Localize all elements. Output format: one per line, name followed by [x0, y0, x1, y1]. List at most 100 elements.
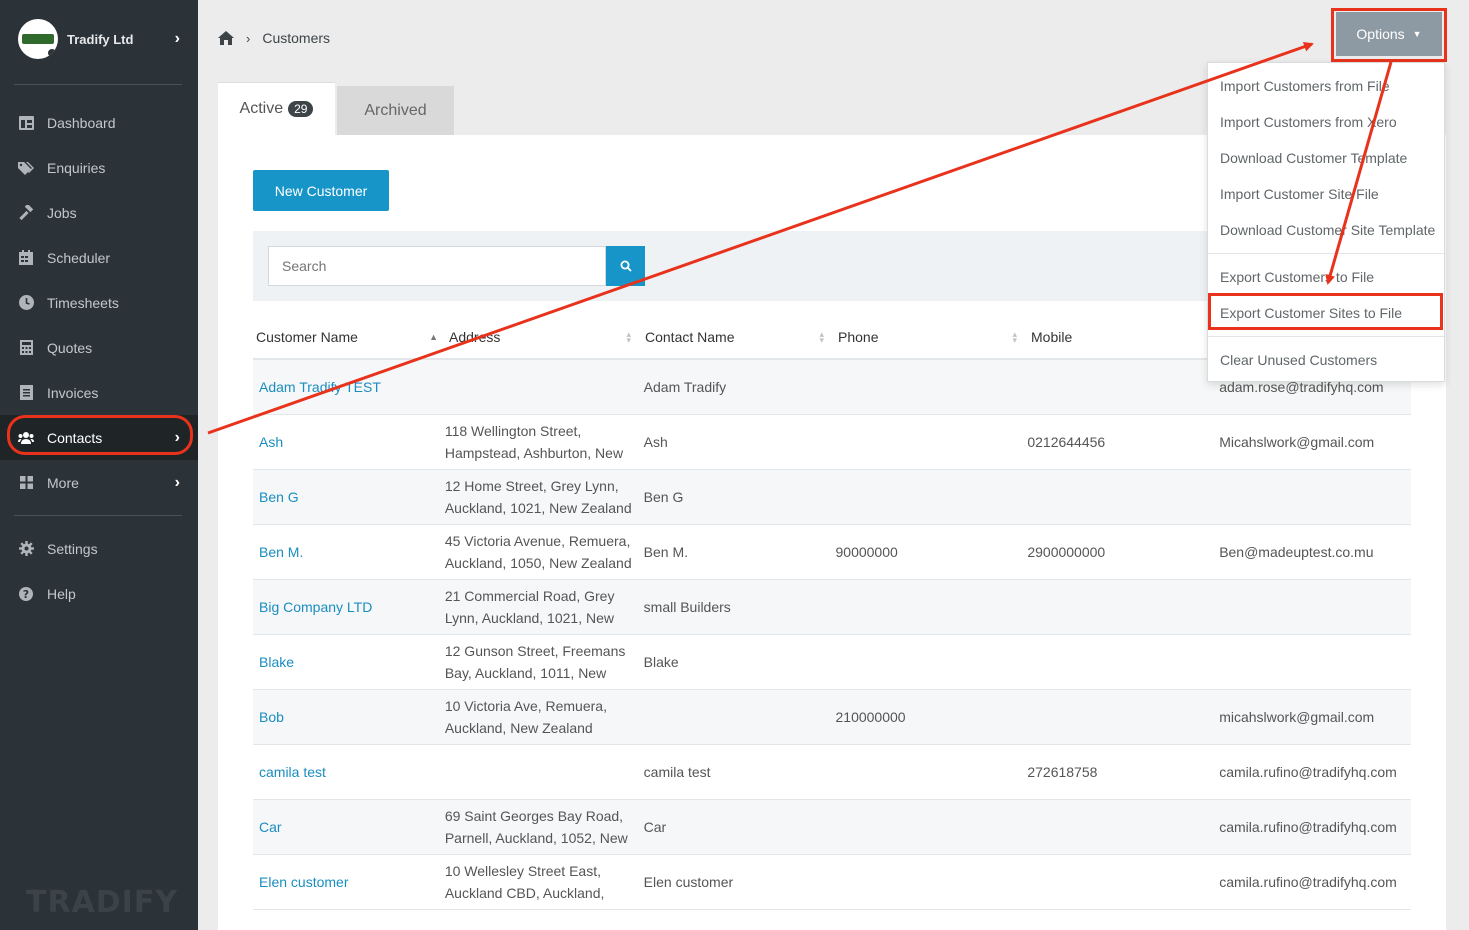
address-line-2: Parnell, Auckland, 1052, New [444, 830, 628, 846]
address-line-2: Auckland CBD, Auckland, [444, 885, 605, 901]
sidebar-item-enquiries[interactable]: Enquiries [0, 145, 198, 190]
sidebar-item-jobs[interactable]: Jobs [0, 190, 198, 235]
tab-active[interactable]: Active 29 [218, 82, 335, 135]
clock-icon [18, 295, 34, 311]
column-header-mobile[interactable]: Mobile [1025, 329, 1218, 345]
mobile-cell: 0212644456 [1027, 434, 1106, 450]
menu-item-clear-unused-customers[interactable]: Clear Unused Customers [1208, 342, 1444, 378]
annotation-options-highlight [1331, 8, 1447, 62]
customer-name-link[interactable]: Car [253, 819, 445, 835]
tab-label: Active [239, 100, 284, 117]
menu-item-export-customers[interactable]: Export Customers to File [1208, 259, 1444, 295]
table-row[interactable]: Elen customer 10 Wellesley Street East, Au… [253, 855, 1411, 910]
email-cell: camila.rufino@tradifyhq.com [1219, 819, 1397, 835]
customer-name-link[interactable]: Ben M. [253, 544, 445, 560]
sidebar-item-invoices[interactable]: Invoices [0, 370, 198, 415]
table-row[interactable]: camila test camila test 272618758 camila.ru… [253, 745, 1411, 800]
tags-icon [18, 160, 34, 176]
customer-name-link[interactable]: camila test [253, 764, 445, 780]
column-header-customer-name[interactable]: Customer Name ▲ [253, 329, 446, 345]
address-cell: 69 Saint Georges Bay Road, Parnell, Auckl… [445, 805, 637, 849]
search-button[interactable] [606, 246, 645, 286]
sort-icon: ▴ ▾ [1012, 328, 1017, 345]
customer-name-link[interactable]: Bob [253, 709, 445, 725]
email-cell: camila.rufino@tradifyhq.com [1219, 764, 1397, 780]
company-switcher[interactable]: Tradify Ltd › [0, 0, 198, 78]
address-cell: 10 Victoria Ave, Remuera, Auckland, New Z… [445, 695, 637, 739]
address-line-1: 12 Home Street, Grey Lynn, [444, 478, 619, 494]
address-cell: 21 Commercial Road, Grey Lynn, Auckland, … [445, 585, 637, 629]
menu-divider [1208, 253, 1444, 254]
address-line-2: Lynn, Auckland, 1021, New [444, 610, 614, 626]
email-cell: camila.rufino@tradifyhq.com [1219, 874, 1397, 890]
calendar-icon [18, 250, 34, 266]
company-logo [18, 19, 58, 59]
tab-label: Archived [364, 101, 427, 119]
options-dropdown-menu: Import Customers from File Import Custom… [1207, 62, 1445, 382]
address-line-1: 45 Victoria Avenue, Remuera, [444, 533, 631, 549]
sort-asc-icon: ▲ [429, 331, 438, 342]
table-row[interactable]: Car 69 Saint Georges Bay Road, Parnell, Au… [253, 800, 1411, 855]
sidebar-item-dashboard[interactable]: Dashboard [0, 100, 198, 145]
customer-name-link[interactable]: Big Company LTD [253, 599, 445, 615]
table-row[interactable]: Blake 12 Gunson Street, Freemans Bay, Auck… [253, 635, 1411, 690]
tab-archived[interactable]: Archived [337, 86, 454, 135]
sidebar-item-label: Scheduler [47, 249, 111, 266]
sidebar-item-settings[interactable]: Settings [0, 526, 198, 571]
breadcrumb-current: Customers [262, 30, 331, 46]
table-row[interactable]: Ash 118 Wellington Street, Hampstead, Ashb… [253, 415, 1411, 470]
address-line-2: Auckland, New Zealand [444, 720, 593, 736]
contact-name-cell: Ash [643, 434, 668, 450]
table-row[interactable]: Ben M. 45 Victoria Avenue, Remuera, Auckla… [253, 525, 1411, 580]
address-line-1: 10 Victoria Ave, Remuera, [444, 698, 607, 714]
sidebar-item-scheduler[interactable]: Scheduler [0, 235, 198, 280]
menu-item-download-site-template[interactable]: Download Customer Site Template [1208, 212, 1444, 248]
email-cell: Ben@madeuptest.co.mu [1219, 544, 1374, 560]
table-row[interactable]: Ben G 12 Home Street, Grey Lynn, Auckland,… [253, 470, 1411, 525]
address-line-2: Auckland, 1021, New Zealand [444, 500, 632, 516]
column-header-address[interactable]: Address ▴ ▾ [446, 329, 639, 345]
dashboard-icon [18, 115, 34, 131]
search-input[interactable] [268, 246, 606, 286]
home-icon[interactable] [218, 31, 234, 45]
new-customer-button[interactable]: New Customer [253, 170, 389, 211]
sidebar-item-timesheets[interactable]: Timesheets [0, 280, 198, 325]
table-row[interactable]: Bob 10 Victoria Ave, Remuera, Auckland, Ne… [253, 690, 1411, 745]
menu-item-import-customers-file[interactable]: Import Customers from File [1208, 68, 1444, 104]
column-header-phone[interactable]: Phone ▴ ▾ [832, 329, 1025, 345]
table-row[interactable]: Big Company LTD 21 Commercial Road, Grey L… [253, 580, 1411, 635]
customer-name-link[interactable]: Elen customer [253, 874, 445, 890]
sidebar-item-label: More [47, 474, 79, 491]
customer-name-link[interactable]: Ben G [253, 489, 445, 505]
sidebar-item-help[interactable]: ? Help [0, 571, 198, 616]
contact-name-cell: Elen customer [643, 874, 734, 890]
customer-name-link[interactable]: Ash [253, 434, 445, 450]
menu-item-download-customer-template[interactable]: Download Customer Template [1208, 140, 1444, 176]
contact-name-cell: Blake [643, 654, 679, 670]
customer-name-link[interactable]: Adam Tradify TEST [253, 379, 445, 395]
sidebar-item-label: Timesheets [47, 294, 119, 311]
address-line-1: 12 Gunson Street, Freemans [444, 643, 626, 659]
contact-name-cell: Ben M. [643, 544, 689, 560]
customers-table: Customer Name ▲ Address ▴ ▾ Contact Name ▴ ▾ … [253, 315, 1411, 910]
phone-cell: 210000000 [835, 709, 906, 725]
address-cell: 118 Wellington Street, Hampstead, Ashburt… [445, 420, 637, 464]
address-cell: 12 Gunson Street, Freemans Bay, Auckland,… [445, 640, 637, 684]
address-line-2: Auckland, 1050, New Zealand [444, 555, 632, 571]
help-icon: ? [18, 586, 34, 602]
menu-divider [1208, 336, 1444, 337]
sidebar-item-label: Settings [47, 540, 98, 557]
mobile-cell: 2900000000 [1027, 544, 1106, 560]
chevron-right-icon: › [246, 30, 251, 46]
column-header-contact-name[interactable]: Contact Name ▴ ▾ [639, 329, 832, 345]
customer-name-link[interactable]: Blake [253, 654, 445, 670]
menu-item-import-customers-xero[interactable]: Import Customers from Xero [1208, 104, 1444, 140]
menu-item-import-customer-site-file[interactable]: Import Customer Site File [1208, 176, 1444, 212]
address-line-1: 10 Wellesley Street East, [444, 863, 601, 879]
sidebar-item-quotes[interactable]: Quotes [0, 325, 198, 370]
annotation-export-highlight [1208, 293, 1443, 330]
breadcrumb: › Customers [218, 30, 330, 46]
address-line-1: 21 Commercial Road, Grey [444, 588, 615, 604]
calculator-icon [18, 340, 34, 356]
sidebar-item-more[interactable]: More › [0, 460, 198, 505]
